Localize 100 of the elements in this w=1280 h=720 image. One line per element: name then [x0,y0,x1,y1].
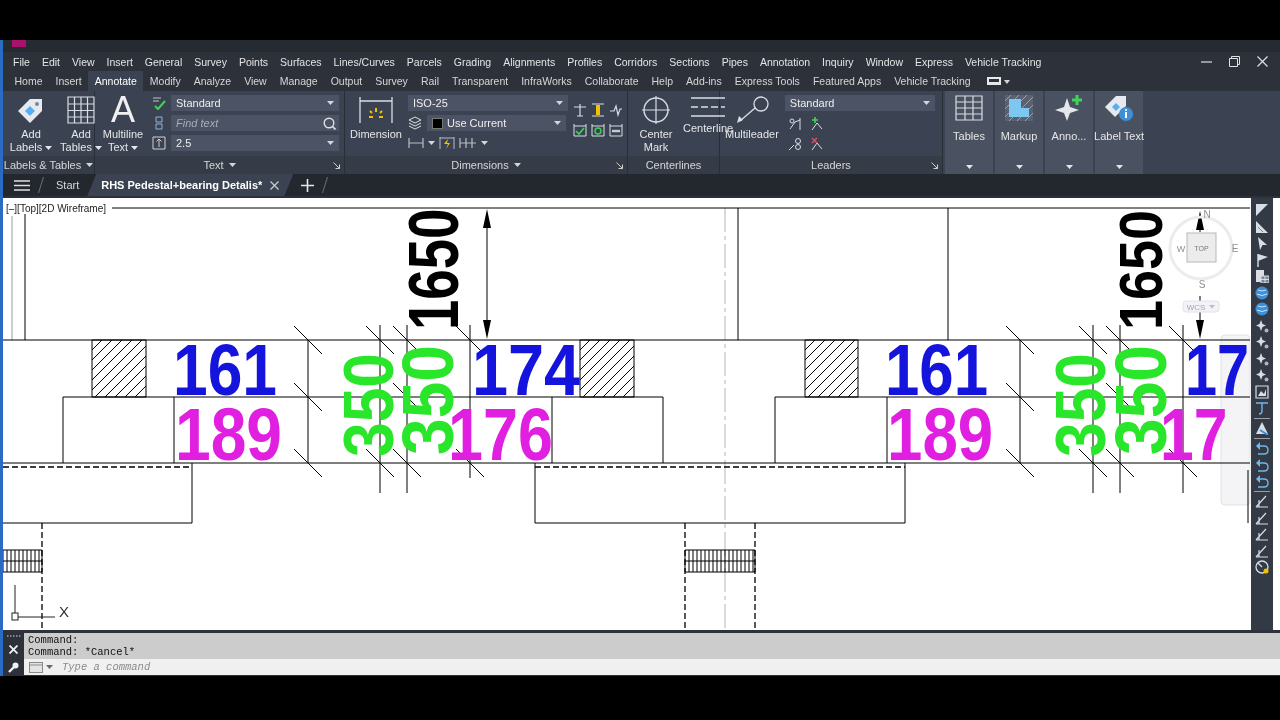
bracket-icon[interactable] [590,103,605,117]
panel-title-button[interactable]: Dimensions [451,159,521,171]
text-height-dropdown[interactable]: 2.5 [171,135,339,151]
zigzag-icon[interactable] [608,103,623,117]
corner-arrow-icon[interactable] [931,161,938,169]
curved-arrow-icon[interactable] [1255,457,1269,472]
ribbon-tab[interactable]: Help [645,71,680,91]
ribbon-button[interactable]: A Multiline Text [98,95,148,156]
menu-item[interactable]: Survey [188,55,233,68]
menu-item[interactable]: View [66,55,101,68]
corner-arrow-icon[interactable] [333,161,340,169]
viewport-label[interactable]: [–][Top][2D Wireframe] [6,203,107,214]
restore-icon[interactable] [1229,56,1240,67]
ribbon-toggle-icon[interactable] [987,77,1012,85]
ribbon-button[interactable]: Dimension [348,95,404,156]
menu-item[interactable]: Annotation [753,55,817,68]
ribbon-button[interactable]: Add Labels [6,95,56,156]
ribbon-tab[interactable]: Annotate [88,71,144,91]
ribbon-tab[interactable]: Survey [368,71,415,91]
globe-icon[interactable] [1255,285,1269,300]
ribbon-tab[interactable]: Express Tools [728,71,807,91]
text-style-dropdown[interactable]: Standard [171,95,339,111]
ribbon-tab[interactable]: Rail [414,71,446,91]
curved-arrow-icon[interactable] [1255,474,1269,488]
ribbon-tab[interactable]: View [237,71,274,91]
triangle-icon[interactable] [1255,203,1269,217]
ribbon-tab[interactable]: Home [8,71,49,91]
flag-icon[interactable] [1255,252,1269,267]
corner-arrow-icon[interactable] [616,161,623,169]
search-icon[interactable] [323,116,336,130]
dimension-bar-icon[interactable] [407,137,424,149]
ribbon-button[interactable]: Center Mark [631,95,681,156]
ribbon-slideout[interactable]: Markup [995,91,1043,174]
menu-item[interactable]: Pipes [715,55,754,68]
angle-icon[interactable] [1255,543,1269,558]
sparkle-icon[interactable] [1255,351,1269,366]
ribbon-tab[interactable]: Transparent [445,71,515,91]
menu-item[interactable]: Inquiry [816,55,860,68]
picture-icon[interactable] [1255,384,1269,399]
ribbon-slideout[interactable]: Label Text [1095,91,1143,174]
ribbon-tab[interactable]: Analyze [187,71,238,91]
triangle-icon[interactable] [1255,219,1269,234]
menu-item[interactable]: File [7,55,36,68]
menu-item[interactable]: Insert [100,55,139,68]
leader-plus-icon[interactable] [809,117,824,131]
angle-icon[interactable] [1255,494,1269,508]
close-icon[interactable] [270,180,280,190]
menu-item[interactable]: Express [909,55,959,68]
wrench-icon[interactable] [8,662,19,673]
layer-dropdown[interactable]: Use Current [426,115,566,131]
cursor-icon[interactable] [1255,236,1269,250]
menu-item[interactable]: Parcels [400,55,448,68]
ribbon-tab[interactable]: Add-ins [679,71,729,91]
ribbon-tab[interactable]: Output [324,71,369,91]
dimension-style-dropdown[interactable]: ISO-25 [407,95,568,111]
sparkle-icon[interactable] [1255,368,1269,382]
leader-remove-icon[interactable] [809,137,824,151]
menu-item[interactable]: Profiles [561,55,609,68]
file-tab[interactable]: Start [52,179,84,191]
ribbon-tab[interactable]: Insert [49,71,89,91]
sparkle-icon[interactable] [1255,318,1269,333]
plus-icon[interactable] [301,178,315,192]
ribbon-tab[interactable]: Manage [273,71,325,91]
file-tab[interactable]: RHS Pedestal+bearing Detalis* [87,174,294,196]
curved-arrow-icon[interactable] [1255,441,1269,455]
grid-icon[interactable] [1255,269,1269,283]
ribbon-tab[interactable]: Vehicle Tracking [887,71,978,91]
angle-icon[interactable] [1255,510,1269,525]
menu-item[interactable]: Lines/Curves [327,55,401,68]
ribbon-tab[interactable]: Modify [143,71,188,91]
close-icon[interactable] [1257,56,1268,67]
dial-icon[interactable] [1255,560,1269,574]
menu-item[interactable]: Corridors [608,55,664,68]
stacked-boxes-icon[interactable] [152,116,166,130]
tick-icon[interactable] [152,96,166,110]
ring-bracket-icon[interactable] [590,123,605,137]
window-icon[interactable] [29,661,43,673]
bar-bracket-icon[interactable] [608,123,623,137]
ribbon-tab[interactable]: Featured Apps [806,71,888,91]
angle-icon[interactable] [1255,527,1269,541]
panel-title-button[interactable]: Text [203,159,236,171]
check-bracket-icon[interactable] [572,123,587,137]
menu-item[interactable]: Window [859,55,909,68]
menu-item[interactable]: Surfaces [274,55,328,68]
bolt-bracket-icon[interactable] [438,136,455,150]
menu-item[interactable]: Alignments [497,55,562,68]
leader-align-icon[interactable] [787,117,802,131]
ribbon-slideout[interactable]: Tables [945,91,993,174]
pyramid-icon[interactable] [1255,421,1269,435]
triple-bar-icon[interactable] [458,137,477,149]
ribbon-tab[interactable]: Collaborate [578,71,645,91]
menu-item[interactable]: Sections [663,55,716,68]
menu-item[interactable]: Vehicle Tracking [958,55,1048,68]
globe-icon[interactable] [1255,302,1269,316]
command-input[interactable]: Type a command [62,661,362,673]
t-bar-icon[interactable] [572,103,587,117]
hook-icon[interactable] [1255,401,1269,415]
menu-item[interactable]: Edit [35,55,66,68]
leader-style-dropdown[interactable]: Standard [784,95,935,111]
find-text-field[interactable]: Find text [171,115,339,131]
